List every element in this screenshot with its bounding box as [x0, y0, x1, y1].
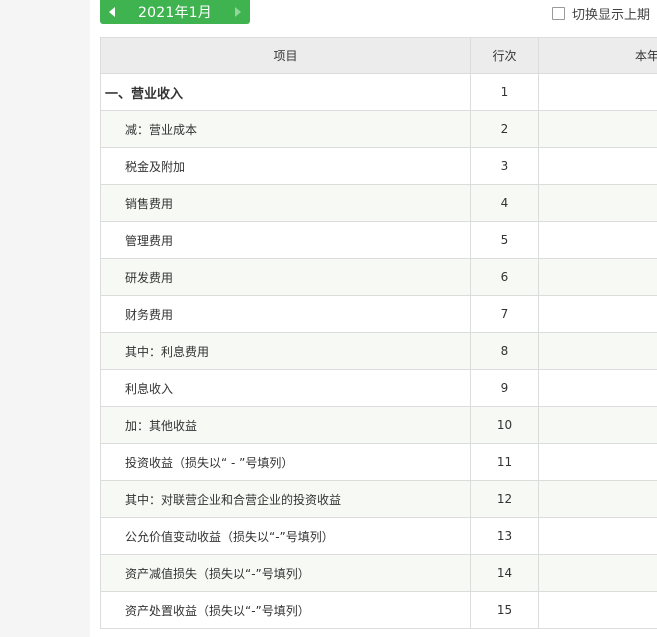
prev-period-button[interactable]	[100, 0, 124, 24]
current-year-cell[interactable]	[538, 73, 657, 111]
income-statement-table: 项目 行次 本年 一、营业收入 1 减：营业成本 2 税金及附加 3 销售费用 4 管理费用 5 研…	[100, 37, 657, 629]
toggle-previous-period[interactable]: 切换显示上期	[552, 4, 650, 23]
table-row[interactable]: 投资收益（损失以“ - ”号填列） 11	[100, 443, 657, 481]
row-number: 8	[470, 332, 539, 370]
header-current-year: 本年	[538, 37, 657, 74]
row-number: 11	[470, 443, 539, 481]
row-number: 12	[470, 480, 539, 518]
table-header-row: 项目 行次 本年	[100, 37, 657, 74]
toggle-previous-label: 切换显示上期	[572, 8, 651, 23]
row-number: 5	[470, 221, 539, 259]
row-item-name: 财务费用	[100, 295, 471, 333]
row-item-name: 税金及附加	[100, 147, 471, 185]
table-row[interactable]: 利息收入 9	[100, 369, 657, 407]
left-gutter	[0, 0, 90, 637]
row-item-name: 利息收入	[100, 369, 471, 407]
table-row[interactable]: 研发费用 6	[100, 258, 657, 296]
row-number: 4	[470, 184, 539, 222]
table-row[interactable]: 税金及附加 3	[100, 147, 657, 185]
row-item-name: 其中：对联营企业和合营企业的投资收益	[100, 480, 471, 518]
table-row[interactable]: 加：其他收益 10	[100, 406, 657, 444]
row-number: 1	[470, 73, 539, 111]
current-year-cell[interactable]	[538, 517, 657, 555]
row-number: 9	[470, 369, 539, 407]
period-navigator: 2021年1月	[100, 0, 250, 24]
table-row[interactable]: 资产减值损失（损失以“-”号填列） 14	[100, 554, 657, 592]
table-row[interactable]: 减：营业成本 2	[100, 110, 657, 148]
row-item-name: 投资收益（损失以“ - ”号填列）	[100, 443, 471, 481]
row-item-name: 资产减值损失（损失以“-”号填列）	[100, 554, 471, 592]
header-item: 项目	[100, 37, 471, 74]
toggle-previous-checkbox[interactable]	[552, 7, 565, 20]
row-number: 3	[470, 147, 539, 185]
row-item-name: 销售费用	[100, 184, 471, 222]
current-year-cell[interactable]	[538, 443, 657, 481]
row-item-name: 一、营业收入	[100, 73, 471, 111]
row-number: 14	[470, 554, 539, 592]
current-year-cell[interactable]	[538, 480, 657, 518]
row-number: 2	[470, 110, 539, 148]
current-year-cell[interactable]	[538, 554, 657, 592]
current-year-cell[interactable]	[538, 147, 657, 185]
current-year-cell[interactable]	[538, 110, 657, 148]
row-number: 15	[470, 591, 539, 629]
row-number: 6	[470, 258, 539, 296]
table-row[interactable]: 资产处置收益（损失以“-”号填列） 15	[100, 591, 657, 629]
table-row[interactable]: 一、营业收入 1	[100, 73, 657, 111]
next-period-button[interactable]	[226, 0, 250, 24]
table-row[interactable]: 公允价值变动收益（损失以“-”号填列） 13	[100, 517, 657, 555]
row-item-name: 减：营业成本	[100, 110, 471, 148]
current-year-cell[interactable]	[538, 332, 657, 370]
period-label[interactable]: 2021年1月	[138, 2, 212, 22]
report-panel: 2021年1月 切换显示上期 项目 行次 本年 一、营业收入 1 减：营业成本 2 税金…	[90, 0, 657, 637]
row-item-name: 加：其他收益	[100, 406, 471, 444]
triangle-right-icon	[235, 7, 241, 17]
current-year-cell[interactable]	[538, 406, 657, 444]
row-item-name: 管理费用	[100, 221, 471, 259]
table-row[interactable]: 其中：对联营企业和合营企业的投资收益 12	[100, 480, 657, 518]
row-item-name: 公允价值变动收益（损失以“-”号填列）	[100, 517, 471, 555]
table-row[interactable]: 销售费用 4	[100, 184, 657, 222]
triangle-left-icon	[109, 7, 115, 17]
row-item-name: 研发费用	[100, 258, 471, 296]
row-item-name: 资产处置收益（损失以“-”号填列）	[100, 591, 471, 629]
current-year-cell[interactable]	[538, 221, 657, 259]
current-year-cell[interactable]	[538, 591, 657, 629]
row-item-name: 其中：利息费用	[100, 332, 471, 370]
table-row[interactable]: 财务费用 7	[100, 295, 657, 333]
header-row-number: 行次	[470, 37, 539, 74]
table-row[interactable]: 管理费用 5	[100, 221, 657, 259]
row-number: 7	[470, 295, 539, 333]
current-year-cell[interactable]	[538, 258, 657, 296]
current-year-cell[interactable]	[538, 369, 657, 407]
table-row[interactable]: 其中：利息费用 8	[100, 332, 657, 370]
current-year-cell[interactable]	[538, 184, 657, 222]
row-number: 13	[470, 517, 539, 555]
row-number: 10	[470, 406, 539, 444]
current-year-cell[interactable]	[538, 295, 657, 333]
